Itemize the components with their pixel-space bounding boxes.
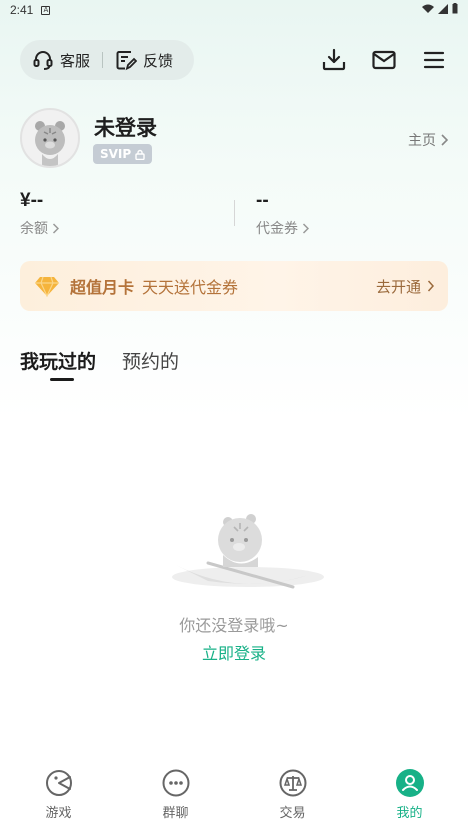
service-feedback-pill: 客服 反馈 bbox=[20, 40, 194, 80]
tiger-rowing-illustration bbox=[172, 514, 324, 589]
tabbar-item-mine[interactable]: 我的 bbox=[351, 760, 468, 832]
chat-icon bbox=[161, 768, 191, 798]
download-button[interactable] bbox=[320, 46, 348, 74]
banner-title: 超值月卡 bbox=[70, 278, 135, 297]
chevron-right-icon bbox=[427, 280, 434, 292]
diamond-icon bbox=[35, 276, 59, 297]
profile-section: 未登录 SVIP 主页 bbox=[20, 108, 448, 170]
tabbar-label-group-chat: 群聊 bbox=[162, 806, 189, 821]
banner-subtitle: 天天送代金券 bbox=[142, 278, 239, 297]
homepage-label: 主页 bbox=[408, 133, 436, 149]
profile-icon bbox=[395, 768, 425, 798]
svip-label: SVIP bbox=[100, 147, 132, 161]
wifi-icon bbox=[422, 4, 434, 13]
tiger-avatar-icon bbox=[35, 121, 65, 166]
open-membership-button[interactable]: 去开通 bbox=[376, 276, 434, 297]
download-icon bbox=[322, 48, 346, 71]
homepage-link[interactable]: 主页 bbox=[408, 130, 448, 150]
wallet-section: ¥-- 余额 -- 代金券 bbox=[20, 190, 448, 242]
voucher-block[interactable]: -- 代金券 bbox=[256, 190, 309, 238]
voucher-value: -- bbox=[256, 190, 269, 211]
chevron-right-icon bbox=[302, 222, 309, 234]
tabbar-item-group-chat[interactable]: 群聊 bbox=[117, 760, 234, 832]
customer-service-label: 客服 bbox=[60, 51, 91, 70]
menu-button[interactable] bbox=[420, 46, 448, 74]
messages-button[interactable] bbox=[370, 46, 398, 74]
svip-badge[interactable]: SVIP bbox=[93, 144, 153, 164]
pill-divider bbox=[102, 52, 104, 68]
balance-link[interactable]: 余额 bbox=[20, 218, 59, 238]
chevron-right-icon bbox=[441, 134, 448, 146]
open-membership-label: 去开通 bbox=[375, 277, 421, 296]
empty-state-message: 你还没登录哦~ bbox=[179, 616, 289, 635]
trade-icon bbox=[278, 768, 308, 798]
status-bar: 2:41 A bbox=[0, 0, 468, 20]
game-icon bbox=[44, 768, 74, 798]
feedback-button[interactable]: 反馈 bbox=[115, 49, 173, 71]
tabbar-label-trade: 交易 bbox=[279, 806, 306, 821]
signal-icon bbox=[438, 3, 448, 14]
login-now-link[interactable]: 立即登录 bbox=[0, 640, 468, 664]
notification-icon: A bbox=[41, 5, 51, 15]
game-tabs: 我玩过的 预约的 bbox=[20, 347, 179, 374]
status-time: 2:41 bbox=[10, 3, 34, 17]
feedback-label: 反馈 bbox=[143, 51, 174, 70]
wallet-divider bbox=[234, 200, 235, 226]
chevron-right-icon bbox=[52, 222, 59, 234]
bottom-tab-bar: 游戏 群聊 交易 我的 bbox=[0, 760, 468, 832]
balance-value: ¥-- bbox=[20, 190, 44, 211]
battery-icon bbox=[452, 3, 458, 14]
tab-played[interactable]: 我玩过的 bbox=[20, 347, 96, 374]
active-tab-indicator bbox=[50, 378, 74, 381]
tabbar-label-games: 游戏 bbox=[45, 806, 72, 821]
avatar[interactable] bbox=[20, 108, 80, 168]
tabbar-label-mine: 我的 bbox=[396, 806, 423, 821]
lock-icon bbox=[135, 149, 145, 160]
balance-block[interactable]: ¥-- 余额 bbox=[20, 190, 59, 238]
header-actions bbox=[320, 46, 448, 74]
voucher-link[interactable]: 代金券 bbox=[256, 218, 309, 238]
status-icons bbox=[422, 3, 458, 14]
customer-service-button[interactable]: 客服 bbox=[32, 49, 90, 71]
balance-label: 余额 bbox=[20, 221, 48, 237]
headset-icon bbox=[33, 51, 53, 70]
feedback-icon bbox=[116, 51, 138, 71]
tabbar-item-trade[interactable]: 交易 bbox=[234, 760, 351, 832]
tab-reserved[interactable]: 预约的 bbox=[122, 347, 179, 374]
mail-icon bbox=[372, 50, 396, 70]
monthly-card-banner[interactable]: 超值月卡 天天送代金券 去开通 bbox=[20, 261, 448, 311]
voucher-label: 代金券 bbox=[256, 221, 298, 237]
menu-icon bbox=[423, 51, 445, 69]
tabbar-item-games[interactable]: 游戏 bbox=[0, 760, 117, 832]
username[interactable]: 未登录 bbox=[94, 112, 157, 142]
